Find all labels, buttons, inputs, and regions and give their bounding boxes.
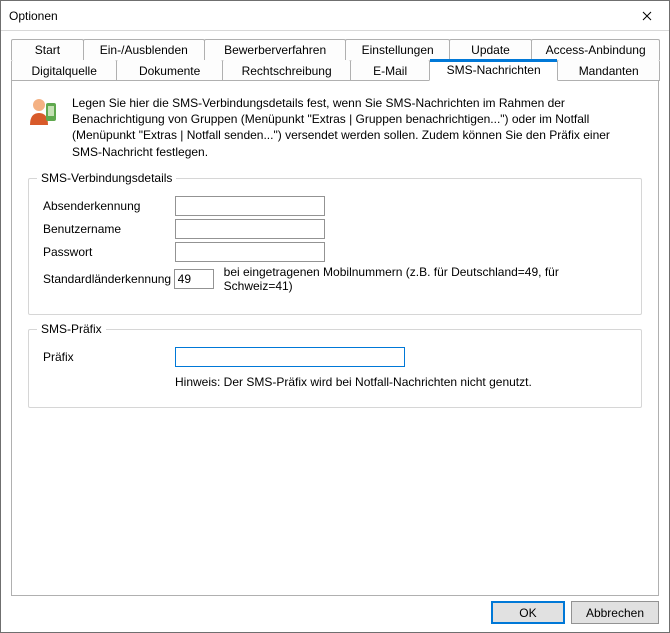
group-sms-praefix: SMS-Präfix Präfix Hinweis: Der SMS-Präfi… [28,329,642,408]
input-passwort[interactable] [175,242,325,262]
content-area: Start Ein-/Ausblenden Bewerberverfahren … [1,31,669,632]
cancel-button[interactable]: Abbrechen [571,601,659,624]
title-bar: Optionen [1,1,669,31]
text-praefix-hint: Hinweis: Der SMS-Präfix wird bei Notfall… [175,375,627,389]
tab-einausblenden[interactable]: Ein-/Ausblenden [83,39,205,60]
group-title-prefix: SMS-Präfix [37,322,106,336]
tab-row-1: Start Ein-/Ausblenden Bewerberverfahren … [11,39,659,60]
window-title: Optionen [1,9,624,23]
label-absenderkennung: Absenderkennung [43,199,175,213]
tab-update[interactable]: Update [449,39,532,60]
tab-access-anbindung[interactable]: Access-Anbindung [531,39,660,60]
tab-panel: Legen Sie hier die SMS-Verbindungsdetail… [11,80,659,596]
input-laenderkennung[interactable] [174,269,214,289]
input-praefix[interactable] [175,347,405,367]
group-title-conn: SMS-Verbindungsdetails [37,171,176,185]
dialog-footer: OK Abbrechen [491,601,659,624]
tab-mandanten[interactable]: Mandanten [557,60,660,81]
label-praefix: Präfix [43,350,175,364]
tab-email[interactable]: E-Mail [350,60,429,81]
ok-button[interactable]: OK [491,601,565,624]
input-absenderkennung[interactable] [175,196,325,216]
intro-row: Legen Sie hier die SMS-Verbindungsdetail… [28,95,642,160]
tab-row-2: Digitalquelle Dokumente Rechtschreibung … [11,60,659,81]
intro-text: Legen Sie hier die SMS-Verbindungsdetail… [72,95,642,160]
group-sms-verbindungsdetails: SMS-Verbindungsdetails Absenderkennung B… [28,178,642,315]
close-button[interactable] [624,1,669,30]
sms-user-icon [28,95,60,127]
label-laenderkennung: Standardländerkennung [43,272,174,286]
tab-start[interactable]: Start [11,39,84,60]
tab-sms-nachrichten[interactable]: SMS-Nachrichten [429,60,559,81]
label-benutzername: Benutzername [43,222,175,236]
label-passwort: Passwort [43,245,175,259]
tab-einstellungen[interactable]: Einstellungen [345,39,449,60]
text-laenderkennung-hint: bei eingetragenen Mobilnummern (z.B. für… [224,265,627,293]
tab-bewerberverfahren[interactable]: Bewerberverfahren [204,39,347,60]
tab-dokumente[interactable]: Dokumente [116,60,222,81]
tab-rechtschreibung[interactable]: Rechtschreibung [222,60,352,81]
input-benutzername[interactable] [175,219,325,239]
tab-digitalquelle[interactable]: Digitalquelle [11,60,117,81]
